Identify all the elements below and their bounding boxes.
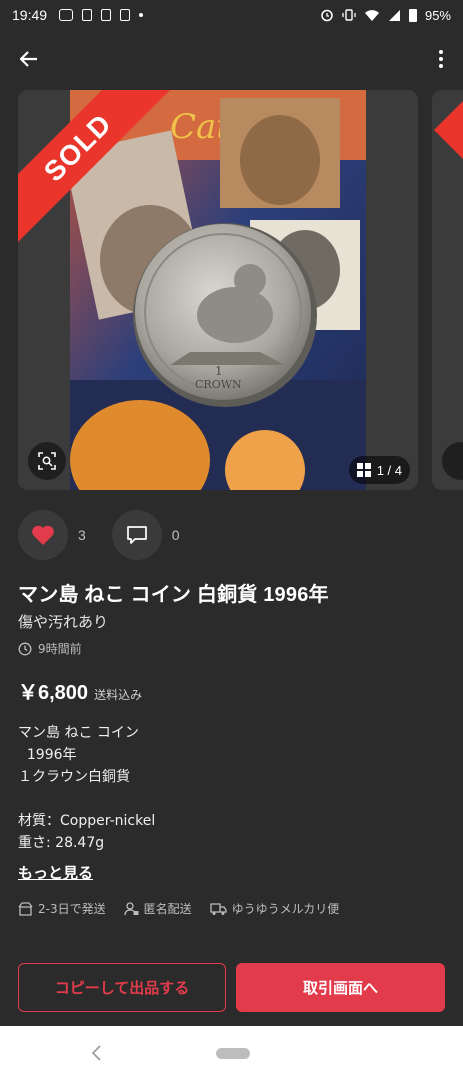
description-line: マン島 ねこ コイン xyxy=(18,725,139,741)
sold-ribbon: SOLD xyxy=(18,90,178,250)
nav-back-icon[interactable] xyxy=(88,1044,106,1062)
nav-home-pill[interactable] xyxy=(216,1048,250,1059)
description-blank-line xyxy=(18,788,155,810)
status-time: 19:49 xyxy=(12,7,48,23)
item-title: マン島 ねこ コイン 白銅貨 1996年 xyxy=(18,584,329,606)
arrow-left-icon xyxy=(19,51,37,67)
heart-icon xyxy=(32,525,54,545)
kebab-dot-icon xyxy=(439,50,443,54)
description-line: １クラウン白銅貨 xyxy=(18,769,130,785)
image-search-button[interactable] xyxy=(28,442,66,480)
comment-count: 0 xyxy=(171,527,180,543)
photo-counter[interactable]: 1 / 4 xyxy=(348,456,410,484)
kebab-dot-icon xyxy=(439,57,443,61)
see-more-link[interactable]: もっと見る xyxy=(18,862,93,883)
ship-method-item: ゆうゆうメルカリ便 xyxy=(209,900,340,917)
anonymous-person-icon xyxy=(123,901,139,915)
comment-button[interactable] xyxy=(111,510,162,560)
box-icon xyxy=(18,901,33,916)
engagement-bar: 3 0 xyxy=(18,510,206,560)
shipping-note: 送料込み xyxy=(94,688,143,702)
ship-days-item: 2-3日で発送 xyxy=(18,900,106,917)
system-icons: 95% xyxy=(320,8,451,23)
copy-and-list-button[interactable]: コピーして出品する xyxy=(18,963,226,1012)
wifi-icon xyxy=(364,9,379,21)
item-description: マン島 ねこ コイン 1996年 １クラウン白銅貨 材質：Copper-nick… xyxy=(18,722,155,854)
like-button[interactable] xyxy=(18,510,68,560)
description-line: 重さ: 28.47g xyxy=(18,835,105,851)
battery-icon xyxy=(408,8,417,22)
next-sold-ribbon xyxy=(434,90,463,166)
coin-denomination-text: CROWN xyxy=(195,378,242,391)
image-search-icon xyxy=(38,452,56,470)
anonymous-item: 匿名配送 xyxy=(123,900,192,917)
ship-method-text: ゆうゆうメルカリ便 xyxy=(231,902,340,916)
notification-icons xyxy=(59,9,144,21)
description-line: 材質：Copper-nickel xyxy=(18,813,156,829)
description-line: 1996年 xyxy=(18,747,77,763)
status-bar: 19:49 95% xyxy=(0,0,463,30)
ship-days-text: 2-3日で発送 xyxy=(38,902,106,916)
tiktok-icon xyxy=(120,9,131,21)
go-to-transaction-button[interactable]: 取引画面へ xyxy=(236,963,445,1012)
top-bar xyxy=(0,40,463,80)
signal-icon xyxy=(388,9,400,21)
kebab-dot-icon xyxy=(439,64,443,68)
comment-icon xyxy=(126,526,147,544)
vibrate-icon xyxy=(342,9,356,21)
next-photo-preview[interactable] xyxy=(432,90,463,490)
truck-icon xyxy=(209,902,227,915)
anonymous-text: 匿名配送 xyxy=(143,902,192,916)
like-count: 3 xyxy=(78,527,86,543)
system-nav-bar xyxy=(0,1026,463,1080)
line-app-icon xyxy=(59,9,74,21)
photo-carousel[interactable]: Cats 1 CROWN SOLD 1 / 4 xyxy=(18,90,418,490)
more-notifications-dot xyxy=(139,13,144,17)
more-options-button[interactable] xyxy=(433,44,449,74)
back-button[interactable] xyxy=(14,44,44,74)
item-condition: 傷や汚れあり xyxy=(18,613,109,631)
battery-level: 95% xyxy=(424,7,451,23)
photo-counter-text: 1 / 4 xyxy=(376,462,402,478)
clock-icon xyxy=(18,642,32,655)
posted-time-text: 9時間前 xyxy=(38,642,82,656)
posted-time: 9時間前 xyxy=(18,640,82,657)
news-app-icon xyxy=(101,9,112,21)
price-amount: ￥6,800 xyxy=(18,682,89,704)
alarm-icon xyxy=(321,9,333,22)
grid-icon xyxy=(356,463,371,477)
notification-icon xyxy=(82,9,93,21)
price-row: ￥6,800 送料込み xyxy=(18,676,142,705)
sold-badge: SOLD xyxy=(37,107,118,188)
shipping-info: 2-3日で発送 匿名配送 ゆうゆうメルカリ便 xyxy=(18,900,339,917)
coin-value-text: 1 xyxy=(215,364,223,378)
next-image-search-icon xyxy=(442,442,463,480)
